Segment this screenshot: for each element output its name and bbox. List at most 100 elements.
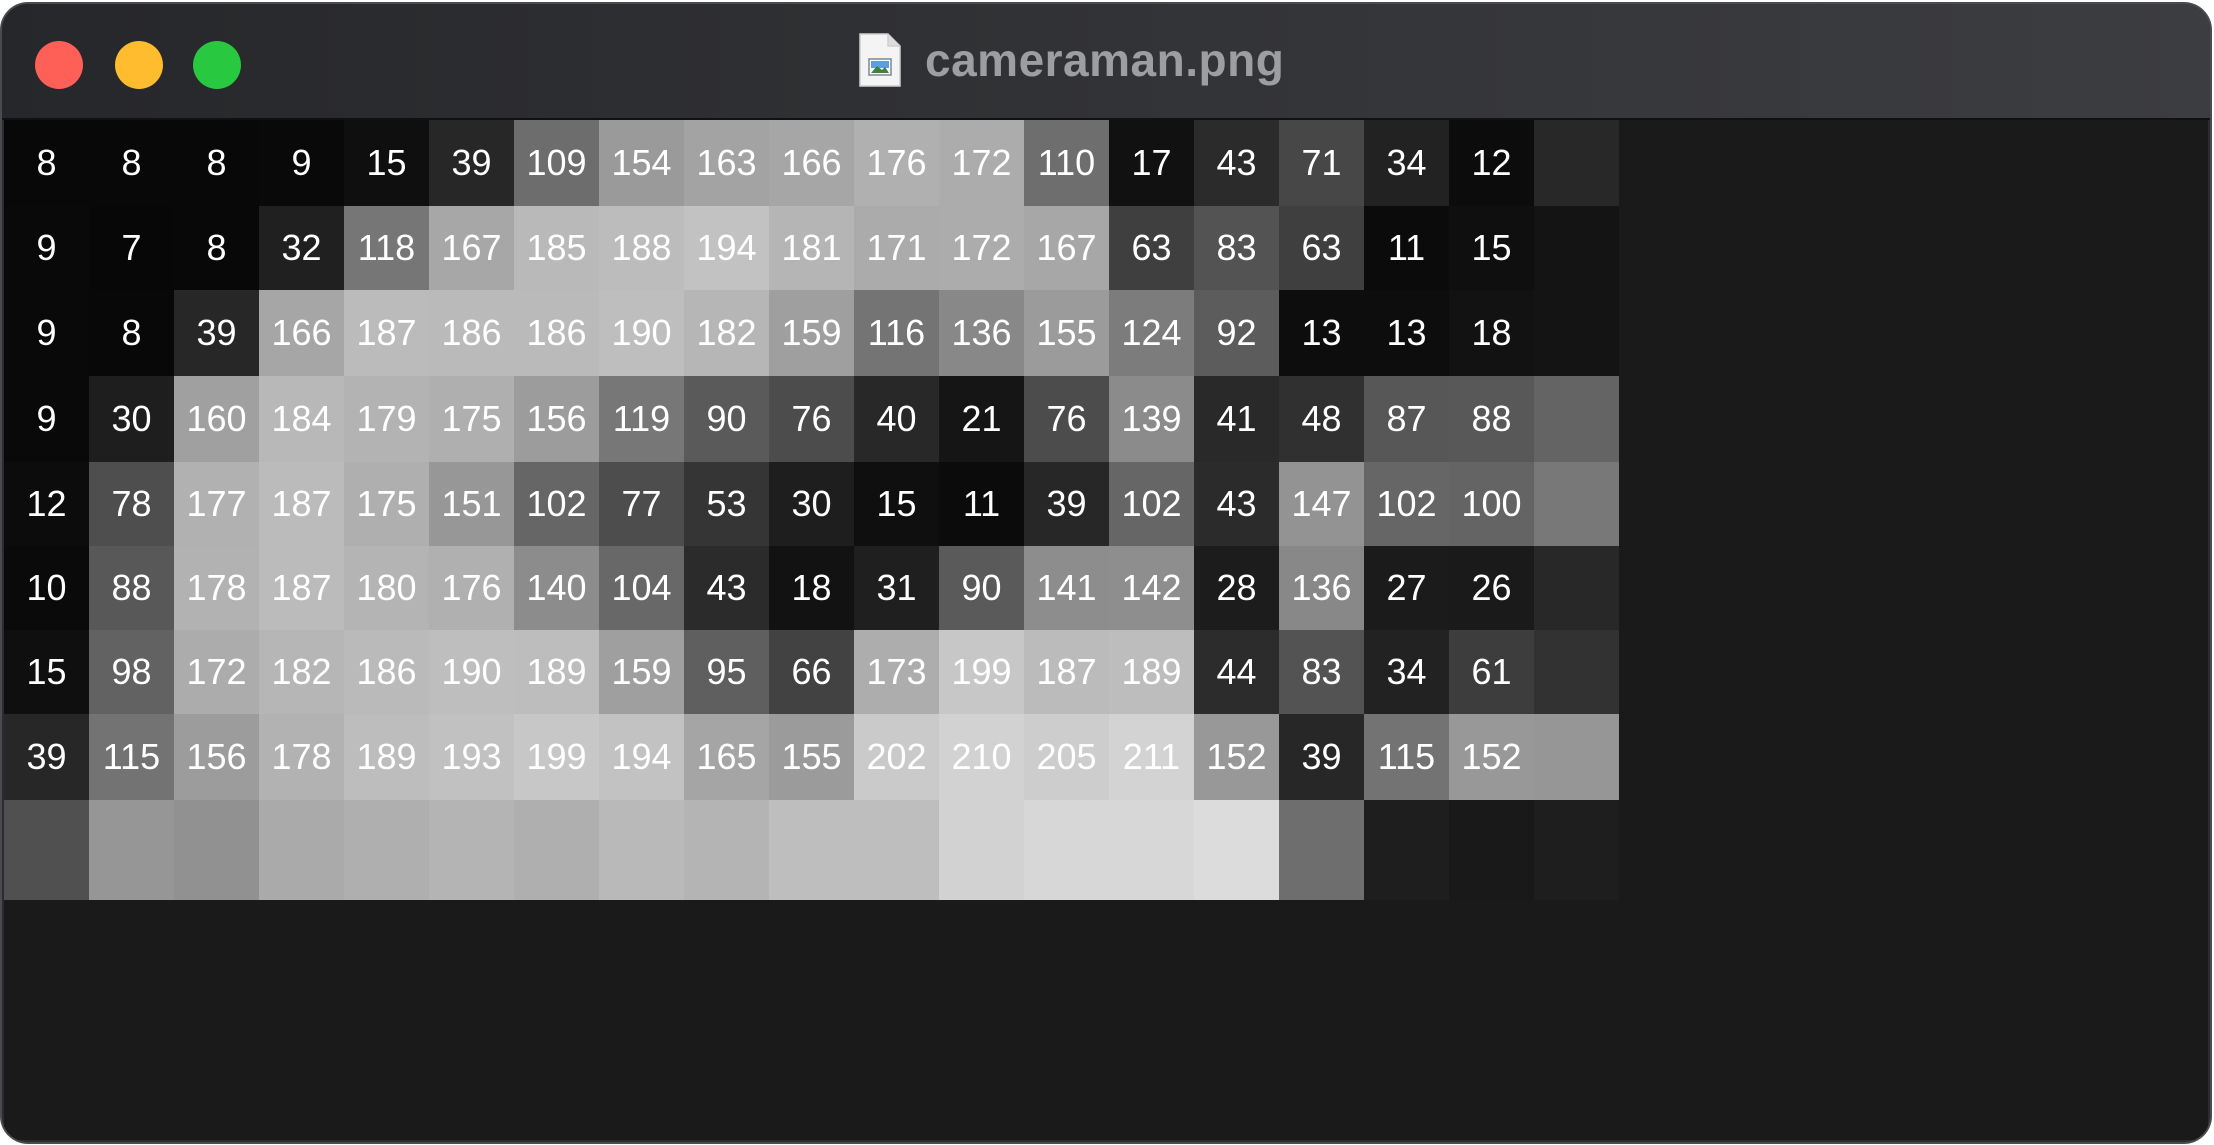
partial-pixel-cell xyxy=(1534,630,1619,714)
partial-pixel-cell xyxy=(174,800,259,900)
pixel-cell: 205 xyxy=(1024,714,1109,800)
partial-pixel-cell xyxy=(1534,546,1619,630)
pixel-cell: 187 xyxy=(259,546,344,630)
pixel-cell: 211 xyxy=(1109,714,1194,800)
pixel-cell: 15 xyxy=(1449,206,1534,290)
pixel-cell: 181 xyxy=(769,206,854,290)
pixel-cell: 140 xyxy=(514,546,599,630)
pixel-cell: 43 xyxy=(684,546,769,630)
partial-pixel-cell xyxy=(1534,120,1619,206)
pixel-cell: 136 xyxy=(939,290,1024,376)
pixel-cell: 8 xyxy=(89,290,174,376)
pixel-cell: 78 xyxy=(89,462,174,546)
pixel-cell: 141 xyxy=(1024,546,1109,630)
pixel-cell: 159 xyxy=(599,630,684,714)
partial-pixel-cell xyxy=(684,800,769,900)
pixel-cell: 39 xyxy=(4,714,89,800)
pixel-cell: 8 xyxy=(174,120,259,206)
close-button[interactable] xyxy=(35,41,83,89)
window-title: cameraman.png xyxy=(925,34,1285,86)
pixel-cell: 167 xyxy=(429,206,514,290)
pixel-cell: 102 xyxy=(1364,462,1449,546)
pixel-cell: 115 xyxy=(89,714,174,800)
pixel-cell: 165 xyxy=(684,714,769,800)
pixel-cell: 63 xyxy=(1109,206,1194,290)
pixel-cell: 39 xyxy=(429,120,514,206)
pixel-cell: 166 xyxy=(259,290,344,376)
pixel-cell: 124 xyxy=(1109,290,1194,376)
title-bar[interactable]: cameraman.png xyxy=(2,4,2210,120)
pixel-cell: 190 xyxy=(429,630,514,714)
pixel-cell: 102 xyxy=(514,462,599,546)
pixel-cell: 185 xyxy=(514,206,599,290)
pixel-cell: 199 xyxy=(514,714,599,800)
pixel-cell: 104 xyxy=(599,546,684,630)
pixel-cell: 17 xyxy=(1109,120,1194,206)
partial-pixel-cell xyxy=(1534,290,1619,376)
pixel-cell: 151 xyxy=(429,462,514,546)
pixel-cell: 155 xyxy=(769,714,854,800)
partial-pixel-cell xyxy=(514,800,599,900)
pixel-cell: 189 xyxy=(1109,630,1194,714)
pixel-cell: 199 xyxy=(939,630,1024,714)
pixel-cell: 11 xyxy=(1364,206,1449,290)
pixel-cell: 66 xyxy=(769,630,854,714)
partial-pixel-cell xyxy=(1279,800,1364,900)
pixel-cell: 41 xyxy=(1194,376,1279,462)
pixel-cell: 119 xyxy=(599,376,684,462)
pixel-cell: 110 xyxy=(1024,120,1109,206)
partial-pixel-cell xyxy=(1534,462,1619,546)
pixel-cell: 61 xyxy=(1449,630,1534,714)
pixel-cell: 39 xyxy=(1279,714,1364,800)
pixel-cell: 187 xyxy=(1024,630,1109,714)
pixel-cell: 32 xyxy=(259,206,344,290)
pixel-cell: 190 xyxy=(599,290,684,376)
partial-pixel-cell xyxy=(599,800,684,900)
pixel-cell: 163 xyxy=(684,120,769,206)
pixel-cell: 26 xyxy=(1449,546,1534,630)
pixel-cell: 166 xyxy=(769,120,854,206)
pixel-cell: 43 xyxy=(1194,462,1279,546)
pixel-cell: 43 xyxy=(1194,120,1279,206)
partial-pixel-cell xyxy=(1364,800,1449,900)
pixel-cell: 88 xyxy=(89,546,174,630)
pixel-cell: 178 xyxy=(174,546,259,630)
pixel-cell: 136 xyxy=(1279,546,1364,630)
pixel-cell: 87 xyxy=(1364,376,1449,462)
zoom-button[interactable] xyxy=(193,41,241,89)
pixel-cell: 173 xyxy=(854,630,939,714)
pixel-cell: 167 xyxy=(1024,206,1109,290)
partial-pixel-cell xyxy=(939,800,1024,900)
pixel-cell: 186 xyxy=(429,290,514,376)
pixel-cell: 9 xyxy=(4,290,89,376)
pixel-cell: 90 xyxy=(939,546,1024,630)
pixel-cell: 187 xyxy=(344,290,429,376)
partial-pixel-cell xyxy=(1534,206,1619,290)
pixel-cell: 193 xyxy=(429,714,514,800)
pixel-cell: 184 xyxy=(259,376,344,462)
minimize-button[interactable] xyxy=(115,41,163,89)
partial-pixel-cell xyxy=(1109,800,1194,900)
pixel-cell: 194 xyxy=(599,714,684,800)
pixel-cell: 88 xyxy=(1449,376,1534,462)
pixel-cell: 180 xyxy=(344,546,429,630)
pixel-cell: 15 xyxy=(854,462,939,546)
pixel-cell: 102 xyxy=(1109,462,1194,546)
partial-pixel-cell xyxy=(429,800,514,900)
image-viewer-window: cameraman.png 8 8 8 9 15 39 109 154 163 166 176 172… xyxy=(2,4,2210,1142)
pixel-cell: 155 xyxy=(1024,290,1109,376)
pixel-cell: 177 xyxy=(174,462,259,546)
pixel-cell: 109 xyxy=(514,120,599,206)
partial-pixel-cell xyxy=(89,800,174,900)
window-title-group: cameraman.png xyxy=(857,30,1284,90)
pixel-cell: 142 xyxy=(1109,546,1194,630)
pixel-cell: 8 xyxy=(174,206,259,290)
pixel-cell: 12 xyxy=(4,462,89,546)
partial-pixel-cell xyxy=(259,800,344,900)
pixel-cell: 175 xyxy=(344,462,429,546)
pixel-cell: 182 xyxy=(259,630,344,714)
pixel-cell: 53 xyxy=(684,462,769,546)
pixel-cell: 27 xyxy=(1364,546,1449,630)
pixel-cell: 188 xyxy=(599,206,684,290)
partial-pixel-cell xyxy=(769,800,854,900)
